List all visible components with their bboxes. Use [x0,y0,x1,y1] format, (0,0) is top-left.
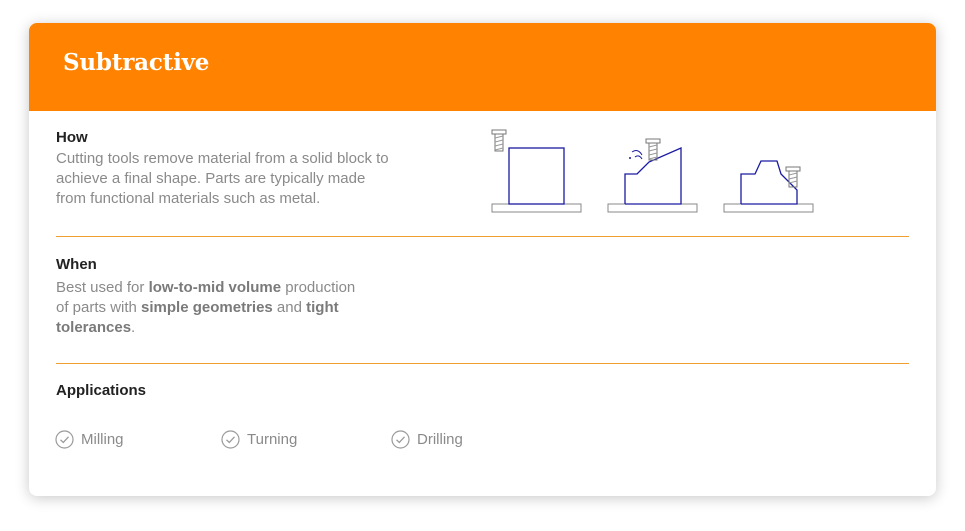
application-label: Milling [81,430,124,448]
when-emphasis-volume: low-to-mid volume [148,279,282,296]
how-line-3: from functional materials such as metal. [56,190,321,207]
check-circle-icon [391,429,410,449]
when-text: Best used for [56,279,149,296]
when-text: . [131,319,136,336]
step-3-illustration [723,160,814,213]
when-line-3: tolerances. [56,318,355,338]
how-line-2: achieve a final shape. Parts are typical… [56,170,366,187]
card-title: Subtractive [63,49,210,76]
when-description: Best used for low-to-mid volume producti… [56,278,355,338]
when-heading: When [56,256,97,273]
application-turning: Turning [221,429,297,449]
subtractive-card: Subtractive How Cutting tools remove mat… [29,23,936,496]
when-line-2: of parts with simple geometries and tigh… [56,298,355,318]
when-emphasis-tight: tight [306,299,339,316]
check-circle-icon [55,429,74,449]
application-label: Turning [247,430,298,448]
check-circle-icon [221,429,240,449]
when-text: and [272,299,307,316]
application-drilling: Drilling [391,429,463,449]
how-description: Cutting tools remove material from a sol… [56,149,389,209]
subtractive-process-illustration [491,129,814,213]
when-emphasis-geometries: simple geometries [141,299,273,316]
when-line-1: Best used for low-to-mid volume producti… [56,278,355,298]
divider-how-when [56,236,909,237]
divider-when-applications [56,363,909,364]
application-milling: Milling [55,429,124,449]
how-line-1: Cutting tools remove material from a sol… [56,150,389,167]
when-emphasis-tolerances: tolerances [56,319,132,336]
applications-heading: Applications [56,382,147,399]
when-text: production [281,279,356,296]
how-heading: How [56,129,88,146]
when-text: of parts with [56,299,142,316]
application-label: Drilling [417,430,463,448]
step-2-illustration [607,138,698,213]
step-1-illustration [491,129,582,213]
card-header: Subtractive [29,23,936,111]
